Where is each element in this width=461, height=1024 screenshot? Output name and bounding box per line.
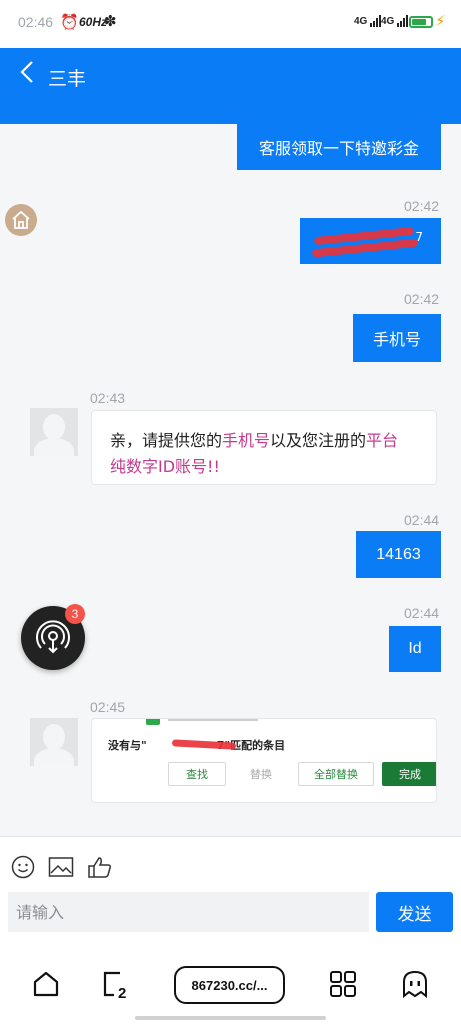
message-line-1: 亲，请提供您的手机号以及您注册的平台 xyxy=(110,427,398,451)
message-line-2: 纯数字ID账号!! xyxy=(110,457,220,476)
message-time: 02:42 xyxy=(404,198,440,214)
svg-text:2: 2 xyxy=(118,985,126,1000)
incoming-message: 亲，请提供您的手机号以及您注册的平台 纯数字ID账号!! xyxy=(91,410,437,485)
message-text: 手机号 xyxy=(372,330,421,349)
network-type-label: 4G xyxy=(354,16,368,27)
thumbs-up-icon[interactable] xyxy=(87,855,113,883)
browser-toolbar: 2 867230.cc/... xyxy=(0,942,461,1024)
chat-title: 三丰 xyxy=(48,68,87,90)
refresh-rate: 60Hz xyxy=(79,15,108,29)
apps-grid-icon[interactable] xyxy=(329,970,357,1002)
signal-icon-2: 4G xyxy=(381,15,409,27)
gesture-bar[interactable] xyxy=(135,1016,326,1020)
outgoing-message: 14163 xyxy=(356,531,441,578)
chat-header: 三丰 xyxy=(0,48,461,124)
floating-support-button[interactable]: 3 xyxy=(21,604,85,670)
tabs-icon[interactable]: 2 xyxy=(102,970,132,1004)
replace-button: 替换 xyxy=(250,768,272,781)
image-icon[interactable] xyxy=(48,855,74,883)
chat-page: 02:46 ⏰ 60Hz ✽ 4G 4G ⚡ 三丰 客服领取一下特邀彩金 02:… xyxy=(0,0,461,1024)
status-bar: 02:46 ⏰ 60Hz ✽ 4G 4G ⚡ xyxy=(0,0,461,48)
message-time: 02:42 xyxy=(404,291,440,307)
message-text: 亲，请提供您的 xyxy=(110,431,223,450)
agent-avatar xyxy=(30,718,78,766)
battery-icon xyxy=(409,16,433,28)
url-bar[interactable]: 867230.cc/... xyxy=(174,966,285,1004)
no-match-prefix: 没有与" xyxy=(108,739,147,752)
message-input[interactable] xyxy=(8,892,369,932)
message-text: 以及您注册的 xyxy=(270,431,367,450)
emoji-icon[interactable] xyxy=(11,855,35,883)
send-button[interactable]: 发送 xyxy=(376,892,453,932)
replace-all-button: 全部替换 xyxy=(298,762,374,786)
outgoing-message: 7 xyxy=(300,218,441,264)
message-time: 02:45 xyxy=(90,699,126,715)
highlight-text: 平台 xyxy=(366,431,399,450)
outgoing-message: 手机号 xyxy=(353,314,441,362)
back-arrow-icon[interactable] xyxy=(20,59,34,92)
outgoing-message: 客服领取一下特邀彩金 xyxy=(237,124,441,170)
outgoing-message: Id xyxy=(389,626,441,672)
done-button: 完成 xyxy=(382,762,436,786)
highlight-text: 手机号 xyxy=(222,431,271,450)
message-text: 客服领取一下特邀彩金 xyxy=(258,139,419,158)
agent-avatar xyxy=(30,408,78,456)
message-time: 02:44 xyxy=(404,605,440,621)
cropped-text-line xyxy=(168,719,258,721)
message-text: 14163 xyxy=(376,545,421,563)
home-icon[interactable] xyxy=(32,970,60,1002)
home-float-icon[interactable] xyxy=(5,204,37,236)
ghost-icon[interactable] xyxy=(401,970,429,1002)
message-time: 02:44 xyxy=(404,512,440,528)
alarm-icon: ⏰ xyxy=(60,13,79,31)
find-button: 查找 xyxy=(168,762,226,786)
charging-icon: ⚡ xyxy=(435,12,446,30)
fan-icon: ✽ xyxy=(104,12,117,30)
image-message[interactable]: 没有与" 7"匹配的条目 查找 替换 全部替换 完成 xyxy=(91,718,437,803)
status-time: 02:46 xyxy=(18,14,54,30)
checkbox-icon xyxy=(146,719,160,725)
notification-badge: 3 xyxy=(65,604,85,624)
message-text: Id xyxy=(408,640,422,657)
message-time: 02:43 xyxy=(90,390,126,406)
signal-icon: 4G xyxy=(354,15,382,27)
network-type-label-2: 4G xyxy=(381,16,395,27)
input-area: 发送 xyxy=(0,836,461,942)
